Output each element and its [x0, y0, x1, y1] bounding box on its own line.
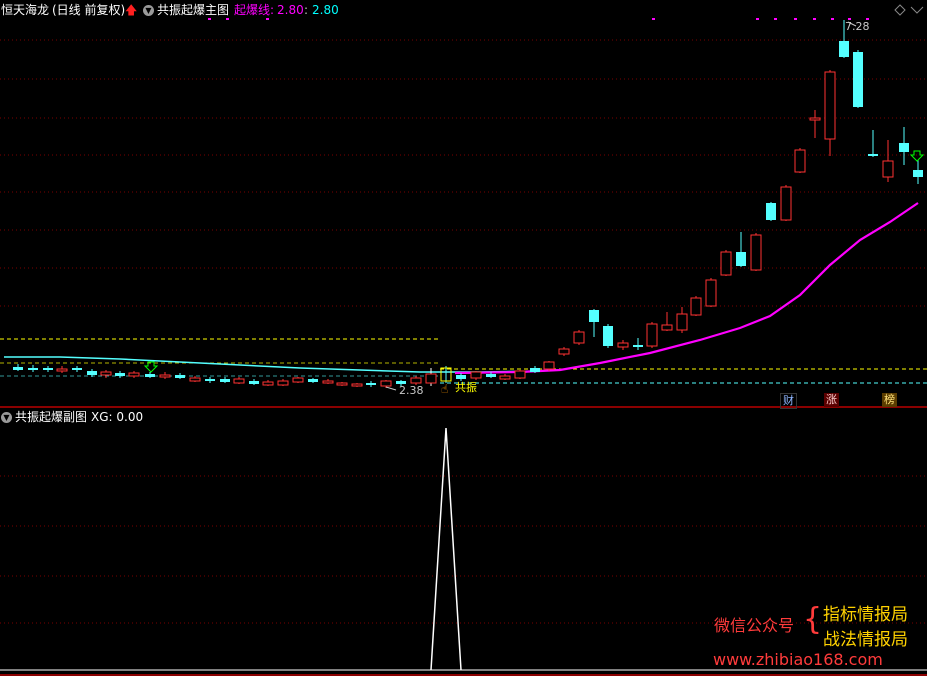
- main-chart-panel[interactable]: 7.28 2.38 共振 ☝: [0, 0, 927, 410]
- candle: [115, 373, 125, 376]
- candle: [617, 342, 629, 348]
- candle: [633, 345, 643, 347]
- candle: [705, 279, 717, 307]
- watermark-line-1: 指标情报局: [823, 605, 908, 625]
- candle: [780, 186, 792, 221]
- finance-badge[interactable]: 财: [780, 393, 797, 409]
- candle: [603, 326, 613, 346]
- candle: [589, 310, 599, 322]
- stock-chart-window: 恒天海龙 (日线 前复权) 🡅 ▼ 共振起爆主图 起爆线: 2.80 : 2.8…: [0, 0, 927, 676]
- rise-badge[interactable]: 涨: [824, 393, 839, 407]
- candle: [794, 149, 806, 173]
- candle: [322, 380, 334, 384]
- candle: [750, 234, 762, 271]
- watermark-line-2: 战法情报局: [823, 630, 908, 650]
- candle: [262, 381, 274, 386]
- candle: [736, 252, 746, 266]
- signal-label: 共振: [455, 380, 477, 394]
- candle: [514, 370, 526, 379]
- candle: [720, 251, 732, 276]
- candle: [100, 371, 112, 376]
- candle: [72, 368, 82, 370]
- candle: [899, 143, 909, 152]
- candle: [13, 367, 23, 370]
- candle: [543, 361, 555, 370]
- candle: [425, 373, 437, 384]
- candle: [277, 380, 289, 386]
- candle: [766, 203, 776, 220]
- candle: [913, 170, 923, 177]
- candle: [690, 297, 702, 316]
- candle: [205, 379, 215, 381]
- candle: [824, 71, 836, 140]
- candle: [456, 375, 466, 379]
- candle: [410, 377, 422, 384]
- candle: [676, 313, 688, 331]
- candle: [175, 375, 185, 378]
- candle: [220, 379, 230, 382]
- candle: [470, 371, 482, 379]
- watermark-url: www.zhibiao168.com: [713, 650, 883, 669]
- candle: [56, 368, 68, 372]
- candle: [351, 383, 363, 387]
- candle: [366, 383, 376, 385]
- candle: [882, 160, 894, 178]
- candle: [336, 382, 348, 386]
- candle: [868, 154, 878, 156]
- candle: [145, 374, 155, 377]
- watermark-wechat-label: 微信公众号: [714, 616, 795, 635]
- candle: [853, 52, 863, 107]
- candle: [530, 368, 540, 372]
- candle: [233, 378, 245, 384]
- hand-icon: ☝: [441, 382, 448, 396]
- low-price-label: 2.38: [399, 384, 424, 397]
- candle: [249, 381, 259, 384]
- candle: [646, 323, 658, 347]
- candle: [499, 375, 511, 380]
- candle: [43, 368, 53, 370]
- candle: [558, 348, 570, 355]
- candle: [839, 41, 849, 57]
- candle: [486, 374, 496, 377]
- candle: [292, 377, 304, 383]
- candle: [809, 117, 821, 121]
- candle: [661, 324, 673, 331]
- candle: [573, 331, 585, 344]
- candle: [128, 372, 140, 377]
- candle: [380, 380, 392, 387]
- candle: [159, 374, 171, 378]
- sub-chart-panel[interactable]: [0, 418, 927, 676]
- rank-badge[interactable]: 榜: [882, 393, 897, 407]
- candle: [28, 368, 38, 370]
- candle: [308, 379, 318, 382]
- candle: [189, 377, 201, 382]
- candle: [87, 371, 97, 375]
